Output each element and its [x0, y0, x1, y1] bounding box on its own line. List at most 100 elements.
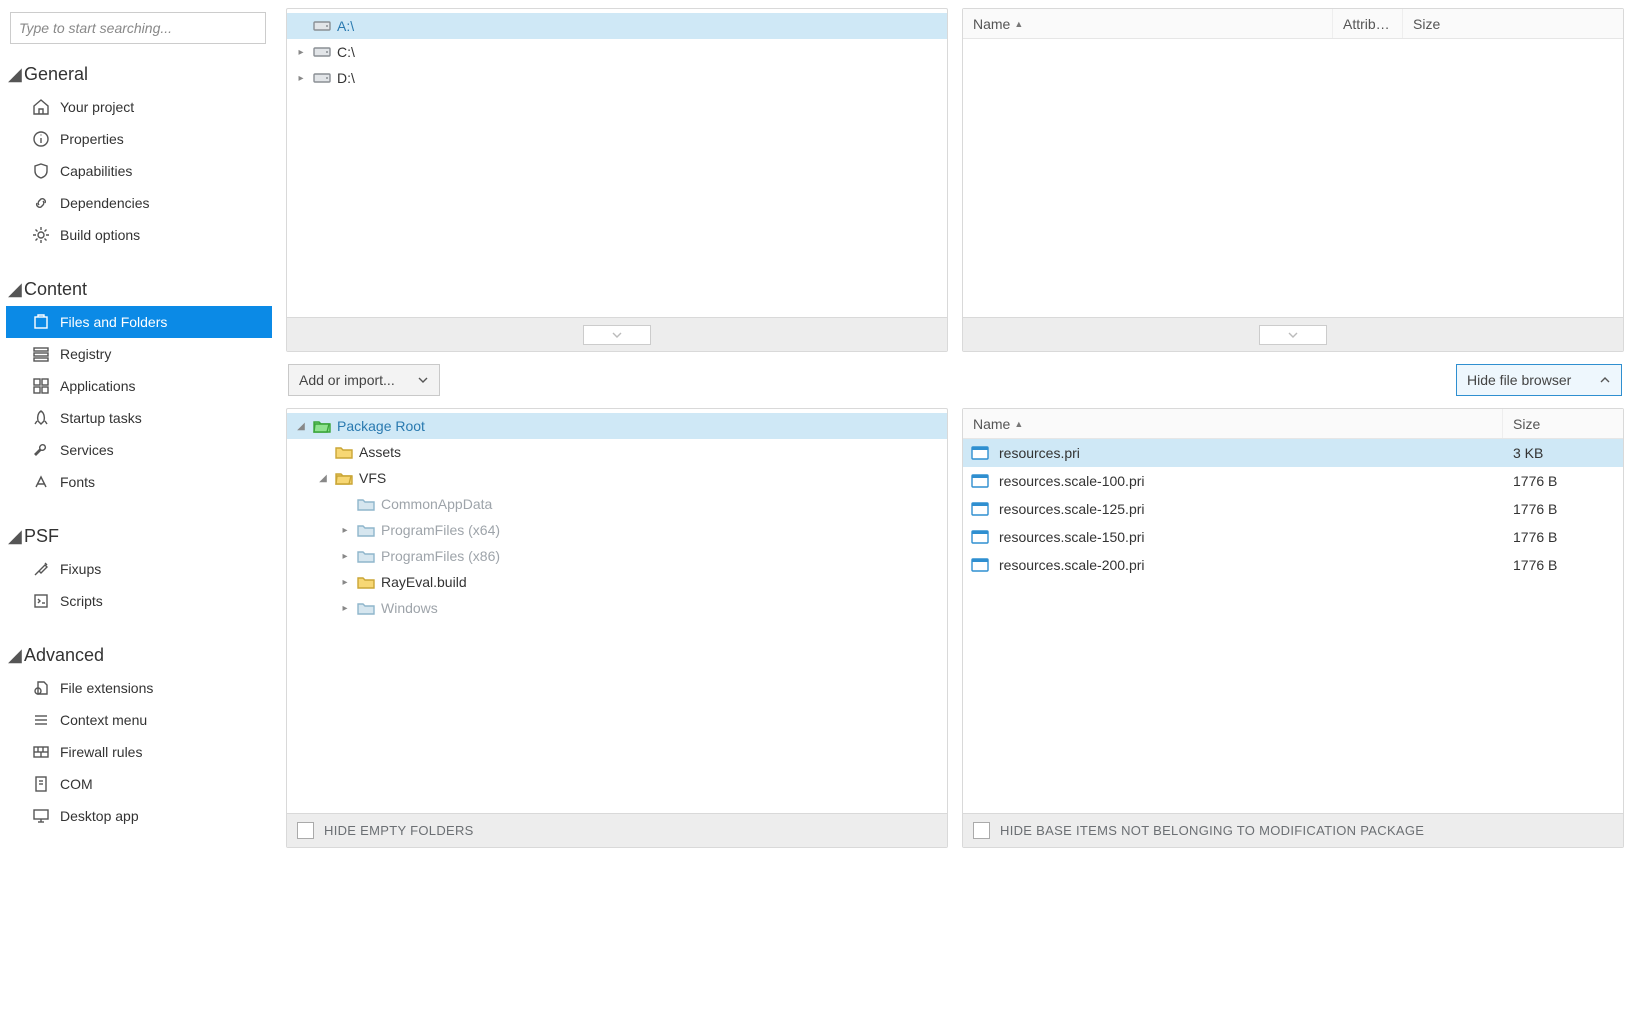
nav-item-services[interactable]: Services	[6, 434, 272, 466]
hide-file-browser-button[interactable]: Hide file browser	[1456, 364, 1622, 396]
nav-item-label: Properties	[60, 129, 124, 149]
nav-item-your-project[interactable]: Your project	[6, 91, 272, 123]
drive-files-panel: Name ▲ Attrib… Size	[962, 8, 1624, 352]
expander-icon[interactable]: ◢	[295, 421, 307, 432]
gear-icon	[32, 226, 50, 244]
file-row[interactable]: resources.scale-200.pri1776 B	[963, 551, 1623, 579]
nav-item-file-extensions[interactable]: File extensions	[6, 672, 272, 704]
nav-item-build-options[interactable]: Build options	[6, 219, 272, 251]
nav-item-scripts[interactable]: Scripts	[6, 585, 272, 617]
drive-row[interactable]: A:\	[287, 13, 947, 39]
package-file-list[interactable]: resources.pri3 KBresources.scale-100.pri…	[963, 439, 1623, 813]
drives-expand-button[interactable]	[583, 325, 651, 345]
tree-label: Assets	[359, 444, 401, 460]
nav-item-files-and-folders[interactable]: Files and Folders	[6, 306, 272, 338]
file-name: resources.scale-125.pri	[999, 501, 1503, 517]
nav-item-label: Build options	[60, 225, 140, 245]
nav-item-label: Capabilities	[60, 161, 132, 181]
tree-row[interactable]: Assets	[287, 439, 947, 465]
hide-base-items-checkbox[interactable]	[973, 822, 990, 839]
nav-item-label: Startup tasks	[60, 408, 142, 428]
tree-row[interactable]: ▸ProgramFiles (x86)	[287, 543, 947, 569]
file-icon	[971, 530, 989, 544]
column-size[interactable]: Size	[1403, 9, 1623, 38]
file-icon	[971, 446, 989, 460]
nav-item-desktop-app[interactable]: Desktop app	[6, 800, 272, 832]
tree-label: VFS	[359, 470, 386, 486]
nav-section-general[interactable]: ◢ General	[6, 58, 272, 91]
tree-label: Windows	[381, 600, 438, 616]
hide-empty-folders-label: HIDE EMPTY FOLDERS	[324, 823, 474, 838]
nav-item-context-menu[interactable]: Context menu	[6, 704, 272, 736]
nav-item-properties[interactable]: Properties	[6, 123, 272, 155]
file-row[interactable]: resources.pri3 KB	[963, 439, 1623, 467]
chevron-down-icon: ◢	[8, 279, 18, 300]
package-root-row[interactable]: ◢Package Root	[287, 413, 947, 439]
nav-item-label: Files and Folders	[60, 312, 167, 332]
search-input[interactable]	[19, 20, 241, 36]
search-box[interactable]	[10, 12, 266, 44]
nav-item-registry[interactable]: Registry	[6, 338, 272, 370]
nav-item-capabilities[interactable]: Capabilities	[6, 155, 272, 187]
file-row[interactable]: resources.scale-100.pri1776 B	[963, 467, 1623, 495]
expander-icon[interactable]: ▸	[339, 525, 351, 536]
nav-section-content[interactable]: ◢Content	[6, 273, 272, 306]
chevron-down-icon	[417, 374, 429, 386]
nav-item-fixups[interactable]: Fixups	[6, 553, 272, 585]
drive-tree[interactable]: A:\ ▸ C:\ ▸D:\	[287, 9, 947, 317]
expander-icon[interactable]: ▸	[339, 603, 351, 614]
shield-icon	[32, 162, 50, 180]
drive-files-expand-button[interactable]	[1259, 325, 1327, 345]
file-size: 3 KB	[1513, 445, 1623, 461]
home-icon	[32, 98, 50, 116]
tree-label: CommonAppData	[381, 496, 492, 512]
expander-icon[interactable]: ▸	[339, 577, 351, 588]
search-icon	[241, 20, 257, 36]
tree-row[interactable]: ▸ RayEval.build	[287, 569, 947, 595]
nav-section-title: General	[24, 64, 88, 85]
drive-row[interactable]: ▸D:\	[287, 65, 947, 91]
expander-icon[interactable]: ▸	[339, 551, 351, 562]
nav-section-psf[interactable]: ◢PSF	[6, 520, 272, 553]
tree-row[interactable]: ▸ Windows	[287, 595, 947, 621]
column-name[interactable]: Name ▲	[963, 9, 1333, 38]
file-row[interactable]: resources.scale-150.pri1776 B	[963, 523, 1623, 551]
tree-row[interactable]: CommonAppData	[287, 491, 947, 517]
pf-column-name-label: Name	[973, 416, 1010, 432]
pf-column-size-label: Size	[1513, 416, 1540, 432]
firewall-icon	[32, 743, 50, 761]
expander-icon[interactable]: ▸	[295, 73, 307, 84]
drive-icon	[313, 71, 331, 85]
nav-item-fonts[interactable]: Fonts	[6, 466, 272, 498]
chevron-down-icon: ◢	[8, 64, 18, 85]
file-row[interactable]: resources.scale-125.pri1776 B	[963, 495, 1623, 523]
nav-item-applications[interactable]: Applications	[6, 370, 272, 402]
nav-item-com[interactable]: COM	[6, 768, 272, 800]
drive-label: C:\	[337, 44, 355, 60]
column-attrib[interactable]: Attrib…	[1333, 9, 1403, 38]
column-size-label: Size	[1413, 16, 1440, 32]
nav-item-label: Registry	[60, 344, 111, 364]
nav-item-startup-tasks[interactable]: Startup tasks	[6, 402, 272, 434]
expander-icon[interactable]: ◢	[317, 473, 329, 484]
script-icon	[32, 592, 50, 610]
add-or-import-label: Add or import...	[299, 372, 395, 388]
tree-row[interactable]: ◢ VFS	[287, 465, 947, 491]
pf-column-size[interactable]: Size	[1503, 409, 1623, 438]
tree-label: RayEval.build	[381, 574, 467, 590]
chevron-down-icon: ◢	[8, 645, 18, 666]
nav-item-firewall-rules[interactable]: Firewall rules	[6, 736, 272, 768]
pf-column-name[interactable]: Name ▲	[963, 409, 1503, 438]
drive-row[interactable]: ▸ C:\	[287, 39, 947, 65]
files-icon	[32, 313, 50, 331]
folder-icon	[357, 575, 375, 589]
expander-icon[interactable]: ▸	[295, 47, 307, 58]
nav-section-advanced[interactable]: ◢Advanced	[6, 639, 272, 672]
hide-empty-folders-checkbox[interactable]	[297, 822, 314, 839]
file-icon	[971, 502, 989, 516]
tree-row[interactable]: ▸ProgramFiles (x64)	[287, 517, 947, 543]
package-tree[interactable]: ◢Package Root Assets ◢ VFS CommonAppData ▸Pro…	[287, 409, 947, 813]
nav-item-dependencies[interactable]: Dependencies	[6, 187, 272, 219]
add-or-import-dropdown[interactable]: Add or import...	[288, 364, 440, 396]
nav-item-label: Context menu	[60, 710, 147, 730]
